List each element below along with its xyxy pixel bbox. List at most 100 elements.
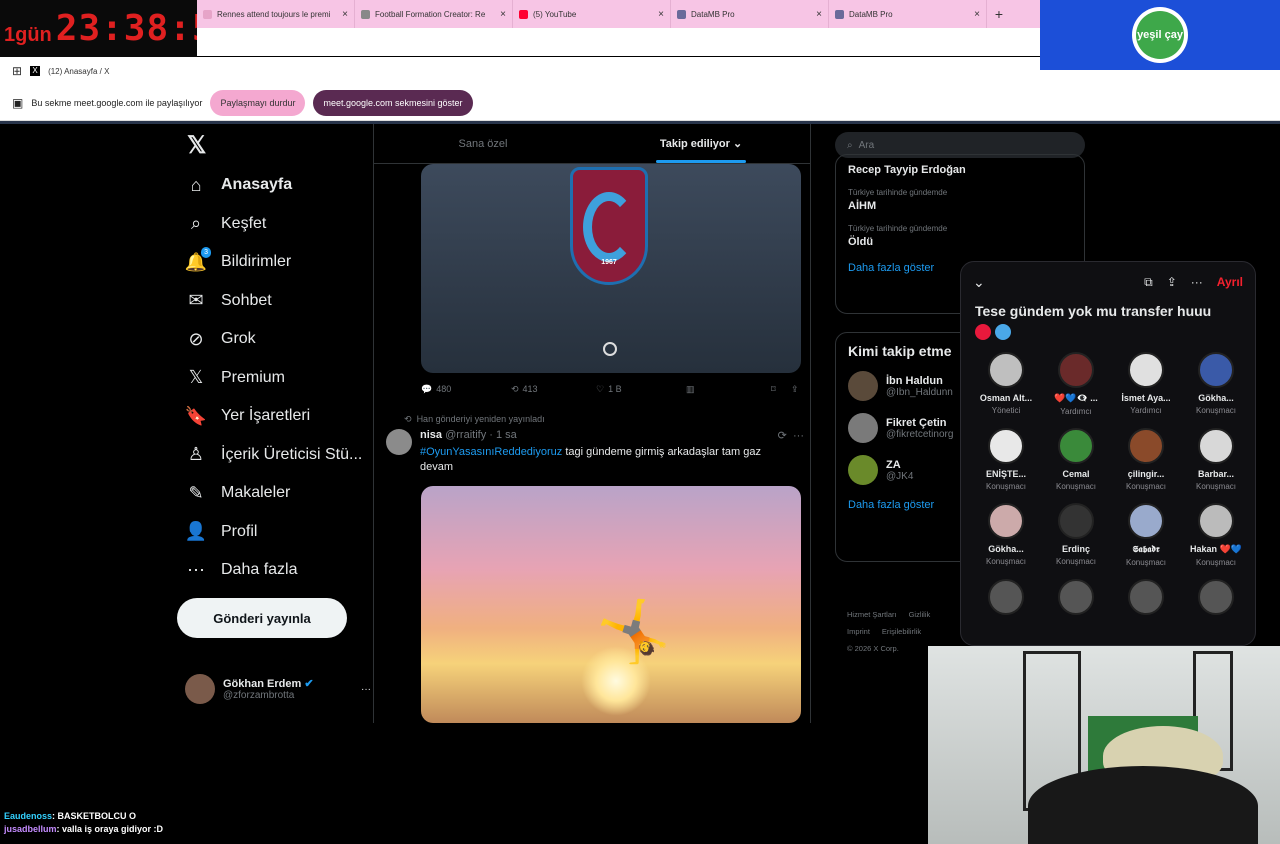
chat-message: Eaudenoss: BASKETBOLCU O — [0, 810, 400, 823]
footer-link[interactable]: © 2026 X Corp. — [847, 644, 899, 653]
member-role: Konuşmacı — [1055, 482, 1097, 491]
space-member[interactable]: ❤️💙👁️‍🗨️ ... Yardımcı — [1041, 352, 1111, 416]
footer-link[interactable]: Hizmet Şartları — [847, 610, 897, 619]
close-icon[interactable]: × — [974, 9, 980, 20]
tab-for-you[interactable]: Sana özel — [374, 124, 592, 163]
space-member-partial[interactable] — [1181, 579, 1251, 615]
space-member[interactable]: Hakan ❤️💙 Konuşmacı — [1181, 503, 1251, 567]
space-member-partial[interactable] — [971, 579, 1041, 615]
watermark-icon — [603, 342, 617, 356]
trend-top[interactable]: Recep Tayyip Erdoğan — [848, 164, 1072, 176]
leave-button[interactable]: Ayrıl — [1217, 275, 1243, 289]
avatar — [1058, 579, 1094, 615]
stream-timer: 1gün 23:38:55 — [0, 0, 236, 57]
space-member[interactable]: Barbar... Konuşmacı — [1181, 428, 1251, 491]
x-logo-icon[interactable]: 𝕏 — [175, 124, 373, 166]
space-member[interactable]: Cemal Konuşmacı — [1041, 428, 1111, 491]
minimize-icon[interactable]: ⧉ — [1144, 275, 1153, 290]
nav-label: Premium — [221, 368, 286, 386]
space-member[interactable]: çilingir... Konuşmacı — [1111, 428, 1181, 491]
footer-link[interactable]: Erişilebilirlik — [882, 627, 921, 636]
like-button[interactable]: ♡ 1 B — [596, 384, 686, 395]
member-name: Barbar... — [1197, 469, 1235, 479]
nav-item-profile[interactable]: 👤 Profil — [175, 513, 373, 552]
search-icon: ⌕ — [190, 213, 202, 234]
trend-item[interactable]: Türkiye tarihinde gündemde Öldü — [836, 218, 1084, 254]
post-button[interactable]: Gönderi yayınla — [177, 598, 347, 638]
nav-label: Profil — [221, 522, 258, 540]
browser-tab[interactable]: DataMB Pro × — [671, 0, 829, 28]
member-name: ENİŞTE... — [985, 469, 1026, 479]
show-meet-tab-button[interactable]: meet.google.com sekmesini göster — [313, 89, 473, 116]
more-options-icon[interactable]: ··· — [361, 684, 371, 695]
nav-item-bell[interactable]: 🔔 3 Bildirimler — [175, 243, 373, 282]
space-member[interactable]: ENİŞTE... Konuşmacı — [971, 428, 1041, 491]
member-name: Cemal — [1062, 469, 1090, 479]
trend-item[interactable]: Türkiye tarihinde gündemde AİHM — [836, 182, 1084, 218]
browser-url-bar[interactable] — [197, 28, 1040, 56]
new-tab-button[interactable]: + — [987, 6, 1011, 22]
nav-item-x-premium[interactable]: 𝕏 Premium — [175, 359, 373, 398]
tweet-author[interactable]: nisa — [420, 429, 442, 441]
bell-icon-wrap: 🔔 3 — [185, 247, 211, 273]
space-member[interactable]: 𝕾𝖆𝖇𝖆𝖉𝖗 Konuşmacı — [1111, 503, 1181, 567]
post-image-sunset[interactable]: 🤸 — [421, 486, 801, 723]
space-member[interactable]: Osman Alt... Yönetici — [971, 352, 1041, 416]
space-member[interactable]: İsmet Aya... Yardımcı — [1111, 352, 1181, 416]
share-icon[interactable]: ⇪ — [1167, 275, 1177, 289]
browser-tab[interactable]: DataMB Pro × — [829, 0, 987, 28]
tweet[interactable]: nisa @rraitify · 1 sa ⟳ ··· #OyunYasasın… — [386, 429, 806, 475]
stop-sharing-button[interactable]: Paylaşmayı durdur — [210, 89, 306, 116]
active-tab-label[interactable]: (12) Anasayfa / X — [48, 67, 109, 76]
close-icon[interactable]: × — [500, 9, 506, 20]
more-icon[interactable]: ··· — [1191, 275, 1203, 289]
x-premium-icon: 𝕏 — [188, 367, 204, 388]
nav-item-mail[interactable]: ✉ Sohbet — [175, 282, 373, 321]
nav-item-more[interactable]: ⋯ Daha fazla — [175, 551, 373, 590]
apps-grid-icon[interactable]: ⊞ — [12, 64, 22, 78]
nav-item-grok[interactable]: ⊘ Grok — [175, 320, 373, 359]
chart-icon: ▥ — [686, 383, 695, 394]
nav-item-article[interactable]: ✎ Makaleler — [175, 474, 373, 513]
space-member[interactable]: Gökha... Konuşmacı — [971, 503, 1041, 567]
footer-link[interactable]: Gizlilik — [909, 610, 931, 619]
reply-button[interactable]: 💬 480 — [421, 384, 511, 395]
tweet-more-icon[interactable]: ⟳ ··· — [778, 429, 804, 442]
member-role: Konuşmacı — [1125, 482, 1167, 491]
space-title: Tese gündem yok mu transfer huuu — [975, 303, 1212, 319]
space-member[interactable]: Erdinç Konuşmacı — [1041, 503, 1111, 567]
nav-item-bookmark[interactable]: 🔖 Yer İşaretleri — [175, 397, 373, 436]
account-switcher[interactable]: Gökhan Erdem ✔ @zforzambrotta ··· — [185, 669, 371, 709]
nav-item-creator[interactable]: ♙ İçerik Üreticisi Stü... — [175, 436, 373, 475]
avatar — [386, 429, 412, 455]
nav-item-search[interactable]: ⌕ Keşfet — [175, 205, 373, 244]
footer-link[interactable]: Imprint — [847, 627, 870, 636]
space-member-partial[interactable] — [1041, 579, 1111, 615]
share-button[interactable]: ⇪ — [791, 384, 799, 395]
avatar — [988, 503, 1024, 539]
member-name: Gökha... — [1198, 393, 1234, 403]
nav-list: ⌂ Anasayfa ⌕ Keşfet 🔔 3 Bildirimler ✉ Sohbet ⊘ Gro… — [175, 166, 373, 590]
nav-item-home[interactable]: ⌂ Anasayfa — [175, 166, 373, 205]
collapse-chevron-icon[interactable]: ⌄ — [973, 274, 985, 291]
browser-tab[interactable]: (5) YouTube × — [513, 0, 671, 28]
post-image-trabzonspor[interactable]: 1967 — [421, 164, 801, 373]
repost-small-icon: ⟲ — [404, 414, 412, 424]
tab-label: Rennes attend toujours le premi — [217, 9, 331, 19]
browser-tab[interactable]: Football Formation Creator: Re × — [355, 0, 513, 28]
hashtag-link[interactable]: #OyunYasasınıReddediyoruz — [420, 446, 562, 458]
left-nav: 𝕏 ⌂ Anasayfa ⌕ Keşfet 🔔 3 Bildirimler ✉ Sohbet ⊘ G… — [175, 124, 373, 723]
close-icon[interactable]: × — [658, 9, 664, 20]
topic-dot — [995, 324, 1011, 340]
close-icon[interactable]: × — [816, 9, 822, 20]
browser-tab[interactable]: Rennes attend toujours le premi × — [197, 0, 355, 28]
space-member-partial[interactable] — [1111, 579, 1181, 615]
repost-button[interactable]: ⟲ 413 — [511, 384, 596, 395]
article-icon: ✎ — [188, 482, 204, 503]
tab-following[interactable]: Takip ediliyor ⌄ — [592, 124, 810, 163]
views-button[interactable]: ▥ — [686, 384, 771, 395]
tab-favicon-icon — [835, 9, 844, 19]
space-member[interactable]: Gökha... Konuşmacı — [1181, 352, 1251, 416]
bookmark-button[interactable]: ⌑ — [771, 384, 791, 395]
close-icon[interactable]: × — [342, 9, 348, 20]
